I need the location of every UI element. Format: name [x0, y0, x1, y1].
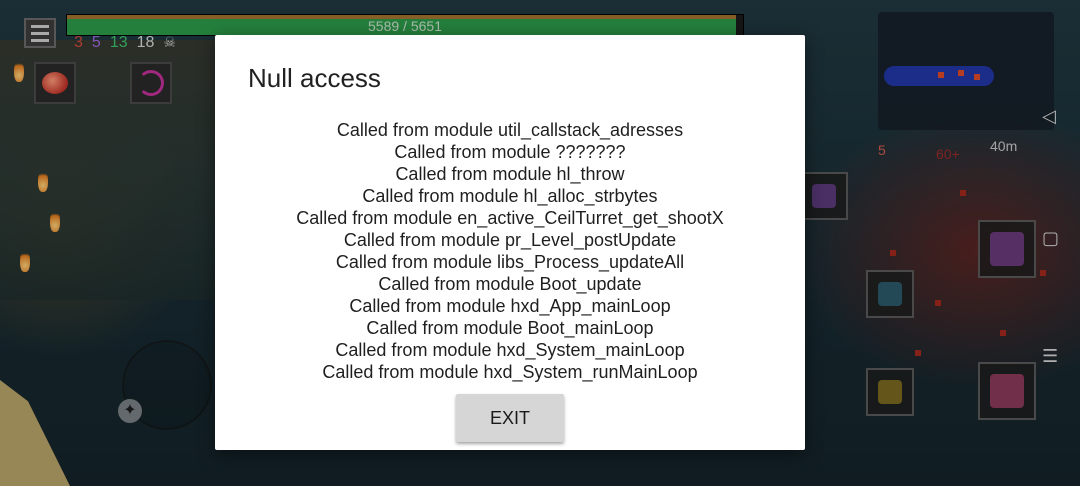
stack-line: Called from module Boot_mainLoop [366, 318, 654, 338]
stack-line: Called from module hl_alloc_strbytes [362, 186, 658, 206]
stack-line: Called from module hxd_App_mainLoop [349, 296, 671, 316]
stack-line: Called from module util_callstack_adress… [336, 120, 684, 140]
stack-line: Called from module ??????? [394, 142, 626, 162]
stack-line: Called from module hl_throw [395, 164, 625, 184]
stack-line: Called from module en_active_CeilTurret_… [296, 208, 724, 228]
error-dialog: Null access Called from module util_call… [215, 35, 805, 450]
call-stack: Called from module util_callstack_adress… [215, 119, 805, 383]
stack-line: Called from module pr_Level_postUpdate [343, 230, 677, 250]
stack-line: Called from module libs_Process_updateAl… [335, 252, 685, 272]
exit-button[interactable]: EXIT [456, 394, 564, 442]
stack-line: Called from module hxd_System_mainLoop [335, 340, 685, 360]
dialog-title: Null access [248, 63, 381, 93]
stack-line: Called from module hxd_System_runMainLoo… [322, 362, 698, 382]
stack-line: Called from module Boot_update [378, 274, 642, 294]
